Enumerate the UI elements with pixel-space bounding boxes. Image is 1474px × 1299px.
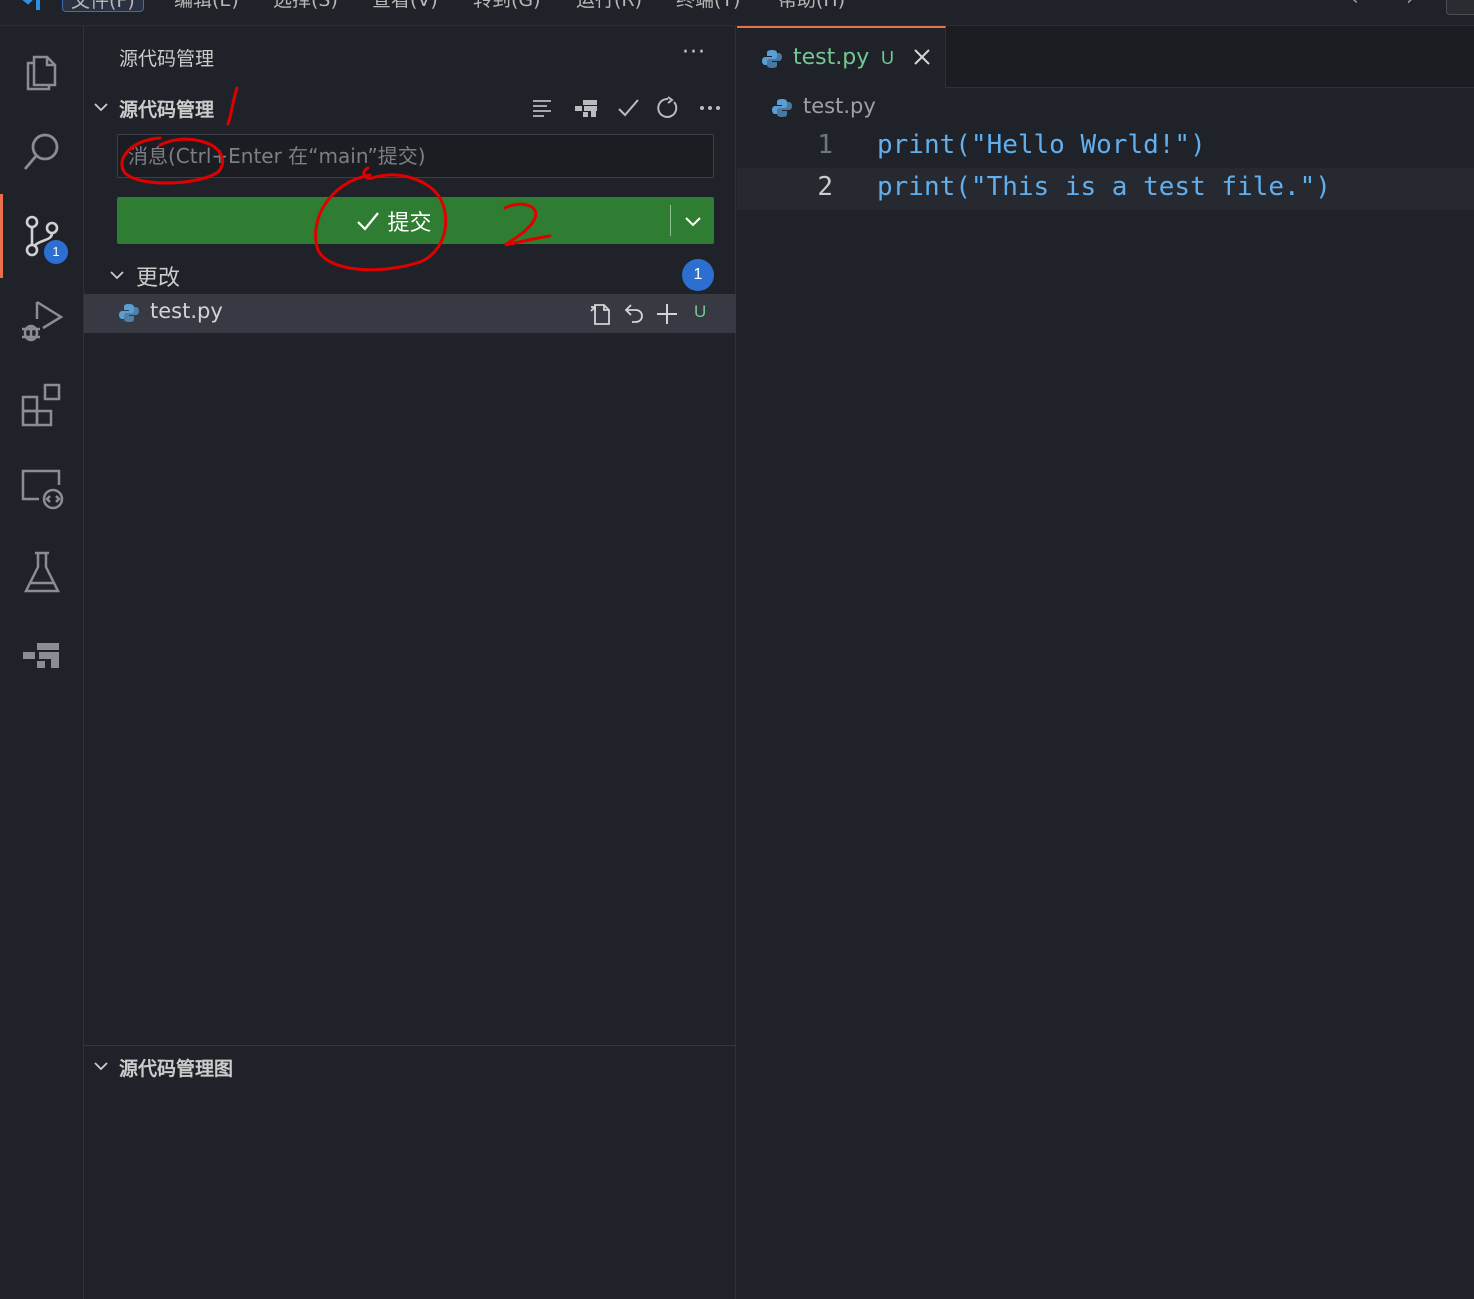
- menu-selection[interactable]: 选择(S): [265, 0, 346, 12]
- commit-button-group: 提交: [117, 197, 714, 244]
- tab-status: U: [881, 48, 894, 68]
- code-text: print("Hello World!"): [877, 130, 1206, 160]
- commit-dropdown-button[interactable]: [671, 197, 714, 244]
- sidebar-title: 源代码管理: [119, 48, 215, 70]
- editor-tab[interactable]: test.py U: [737, 26, 946, 88]
- chevron-down-icon: [94, 103, 108, 112]
- activity-run-debug[interactable]: [0, 278, 84, 362]
- open-file-icon: [590, 304, 610, 325]
- check-icon: [618, 99, 639, 117]
- scm-graph-section-header[interactable]: 源代码管理图: [84, 1049, 736, 1085]
- stage-changes-button[interactable]: [651, 298, 683, 330]
- code-line-current[interactable]: 2 print("This is a test file."): [737, 168, 1474, 210]
- breadcrumb[interactable]: test.py: [737, 88, 1474, 128]
- git-graph-icon: [575, 100, 597, 117]
- commit-message-input[interactable]: [117, 134, 714, 178]
- command-center-box[interactable]: [1446, 0, 1474, 15]
- changes-count-badge: 1: [682, 259, 714, 291]
- untracked-status: U: [694, 302, 707, 321]
- plus-icon: [657, 304, 677, 324]
- code-line[interactable]: 1 print("Hello World!"): [737, 126, 1474, 168]
- changed-file-row[interactable]: test.py U: [84, 294, 736, 333]
- commit-button-label: 提交: [387, 210, 432, 236]
- extensions-icon: [21, 383, 61, 427]
- menu-go[interactable]: 转到(G): [465, 0, 549, 12]
- remote-explorer-icon: [21, 469, 64, 510]
- commit-check-button[interactable]: [612, 92, 644, 124]
- menu-run[interactable]: 运行(R): [568, 0, 650, 12]
- sidebar-more-button[interactable]: ···: [682, 40, 706, 65]
- python-file-icon: [772, 99, 792, 117]
- scm-graph-section-title: 源代码管理图: [119, 1058, 234, 1080]
- more-icon: [700, 106, 720, 110]
- breadcrumb-file: test.py: [803, 94, 876, 118]
- vscode-logo-icon: [22, 0, 40, 10]
- changes-group-header[interactable]: 更改 1: [84, 256, 736, 294]
- run-debug-icon: [22, 300, 64, 342]
- search-icon: [23, 133, 59, 170]
- chevron-down-icon: [684, 216, 701, 226]
- tab-filename: test.py: [793, 45, 870, 70]
- python-file-icon: [119, 304, 139, 322]
- close-icon[interactable]: [911, 46, 933, 68]
- source-control-badge: 1: [44, 240, 68, 264]
- files-icon: [26, 55, 57, 91]
- activity-explorer[interactable]: [0, 26, 84, 110]
- code-text: print("This is a test file."): [877, 172, 1331, 202]
- scm-section-actions: [526, 92, 726, 124]
- activity-git-graph[interactable]: [0, 614, 84, 698]
- view-as-tree-button[interactable]: [526, 92, 558, 124]
- menu-terminal[interactable]: 终端(T): [668, 0, 748, 12]
- discard-icon: [624, 304, 643, 323]
- editor-area: test.py U test.py 1 print("Hello World!"…: [737, 26, 1474, 1299]
- discard-changes-button[interactable]: [618, 298, 650, 330]
- changed-file-name: test.py: [150, 299, 223, 323]
- activity-extensions[interactable]: [0, 362, 84, 446]
- menu-file[interactable]: 文件(F): [62, 0, 144, 12]
- chevron-down-icon: [110, 271, 124, 280]
- back-arrow-icon[interactable]: ‹: [1350, 0, 1359, 11]
- git-graph-button[interactable]: [570, 92, 602, 124]
- refresh-icon: [657, 96, 678, 118]
- line-number: 2: [817, 172, 833, 202]
- open-file-button[interactable]: [584, 298, 616, 330]
- scm-more-button[interactable]: [694, 92, 726, 124]
- refresh-button[interactable]: [652, 92, 684, 124]
- scm-section-header[interactable]: 源代码管理: [84, 90, 736, 126]
- chevron-down-icon: [94, 1062, 108, 1071]
- menu-view[interactable]: 查看(V): [364, 0, 446, 12]
- flask-icon: [23, 551, 61, 593]
- check-icon: [357, 211, 380, 231]
- activity-source-control[interactable]: 1: [0, 194, 84, 278]
- menu-edit[interactable]: 编辑(E): [166, 0, 247, 12]
- editor-tab-bar: test.py U: [737, 26, 1474, 88]
- menu-bar: 文件(F) 编辑(E) 选择(S) 查看(V) 转到(G) 运行(R) 终端(T…: [0, 0, 1474, 26]
- line-number: 1: [817, 130, 833, 160]
- source-control-sidebar: 源代码管理 ··· 源代码管理 提交: [84, 26, 736, 1299]
- view-as-tree-icon: [533, 100, 551, 117]
- python-file-icon: [762, 50, 782, 68]
- scm-section-title: 源代码管理: [119, 99, 215, 121]
- changes-label: 更改: [136, 266, 181, 291]
- activity-remote-explorer[interactable]: [0, 446, 84, 530]
- commit-button[interactable]: 提交: [117, 197, 670, 244]
- menu-help[interactable]: 帮助(H): [770, 0, 853, 12]
- section-divider: [84, 1045, 736, 1046]
- git-graph-icon: [23, 643, 59, 668]
- activity-bar: 1: [0, 26, 84, 1299]
- activity-testing[interactable]: [0, 530, 84, 614]
- activity-search[interactable]: [0, 110, 84, 194]
- forward-arrow-icon[interactable]: ›: [1406, 0, 1415, 11]
